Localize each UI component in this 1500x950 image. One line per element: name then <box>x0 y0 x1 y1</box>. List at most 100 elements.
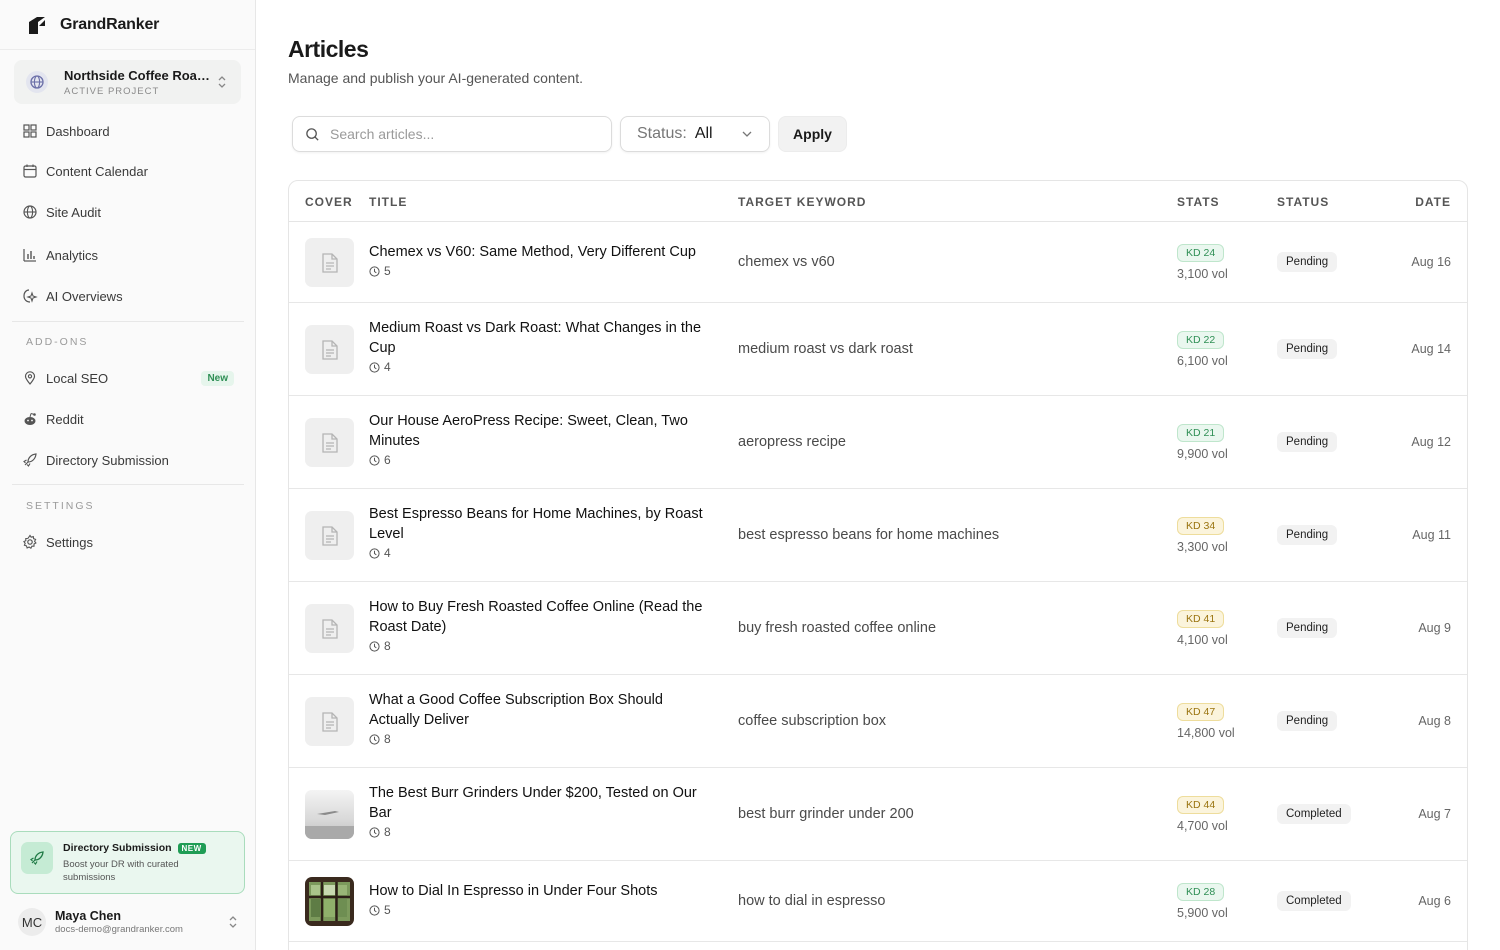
table-row[interactable]: How to Buy Fresh Roasted Coffee Online (… <box>289 582 1467 675</box>
article-date: Aug 6 <box>1418 893 1451 908</box>
kd-badge: KD 34 <box>1177 516 1225 535</box>
table-row[interactable]: Medium Roast vs Dark Roast: What Changes… <box>289 303 1467 396</box>
target-keyword: chemex vs v60 <box>738 253 835 270</box>
divider <box>12 321 244 322</box>
read-time: 5 <box>384 264 391 278</box>
column-header-keyword[interactable]: TARGET KEYWORD <box>738 195 866 209</box>
article-cover[interactable] <box>305 418 354 467</box>
article-stats: KD 24 3,100 vol <box>1177 243 1228 281</box>
clock-icon <box>369 640 380 652</box>
sidebar-item-ai-overviews[interactable]: AI Overviews <box>22 286 234 306</box>
document-icon <box>321 711 338 732</box>
article-stats: KD 21 9,900 vol <box>1177 423 1228 461</box>
clock-icon <box>369 547 380 559</box>
sidebar-item-label: Site Audit <box>46 204 101 220</box>
search-input[interactable] <box>330 126 600 142</box>
chevron-up-down-icon <box>218 76 226 88</box>
article-title[interactable]: How to Dial In Espresso in Under Four Sh… <box>369 881 709 901</box>
sidebar-item-dashboard[interactable]: Dashboard <box>22 121 234 141</box>
brand-name: GrandRanker <box>60 15 160 33</box>
sidebar-item-site-audit[interactable]: Site Audit <box>22 202 234 222</box>
read-time: 6 <box>384 453 391 467</box>
status-badge: Pending <box>1277 524 1338 545</box>
status-badge: Pending <box>1277 251 1338 272</box>
column-header-status[interactable]: STATUS <box>1277 195 1329 209</box>
sidebar-item-settings[interactable]: Settings <box>22 532 234 552</box>
user-name: Maya Chen <box>55 909 121 923</box>
article-date: Aug 7 <box>1418 806 1451 821</box>
globe-icon <box>26 71 48 93</box>
article-cover[interactable] <box>305 790 354 839</box>
project-switcher[interactable]: Northside Coffee Roasters ACTIVE PROJECT <box>14 60 241 104</box>
target-keyword: buy fresh roasted coffee online <box>738 619 937 636</box>
sidebar-item-analytics[interactable]: Analytics <box>22 245 234 265</box>
read-time: 8 <box>384 732 391 746</box>
article-cover[interactable] <box>305 877 354 926</box>
globe-icon <box>23 205 37 219</box>
rocket-icon <box>23 453 37 467</box>
table-row[interactable]: How to Dial In Espresso in Under Four Sh… <box>289 861 1467 942</box>
sidebar-item-content-calendar[interactable]: Content Calendar <box>22 161 234 181</box>
search-volume: 14,800 vol <box>1177 725 1235 740</box>
sidebar-item-label: Analytics <box>46 247 99 263</box>
article-title[interactable]: What a Good Coffee Subscription Box Shou… <box>369 690 709 730</box>
table-row[interactable]: Our House AeroPress Recipe: Sweet, Clean… <box>289 396 1467 489</box>
main-content: Articles Manage and publish your AI-gene… <box>288 0 1468 950</box>
sidebar-item-label: Directory Submission <box>46 452 169 468</box>
search-volume: 4,700 vol <box>1177 818 1228 833</box>
sidebar-item-reddit[interactable]: Reddit <box>22 409 234 429</box>
search-volume: 3,100 vol <box>1177 266 1228 281</box>
page-title: Articles <box>288 36 369 62</box>
table-row[interactable]: What a Good Coffee Subscription Box Shou… <box>289 675 1467 768</box>
status-select[interactable]: Status: All <box>620 116 770 152</box>
article-title[interactable]: Our House AeroPress Recipe: Sweet, Clean… <box>369 411 709 451</box>
article-cover[interactable] <box>305 697 354 746</box>
section-label-settings: SETTINGS <box>26 500 95 512</box>
document-icon <box>321 618 338 639</box>
brand[interactable]: GrandRanker <box>0 0 255 50</box>
search-volume: 3,300 vol <box>1177 539 1228 554</box>
column-header-date[interactable]: DATE <box>1415 195 1451 209</box>
article-cover[interactable] <box>305 511 354 560</box>
apply-button[interactable]: Apply <box>778 116 847 152</box>
reddit-icon <box>24 413 36 425</box>
sidebar-item-local-seo[interactable]: Local SEO New <box>22 368 234 388</box>
article-title[interactable]: The Best Burr Grinders Under $200, Teste… <box>369 783 709 823</box>
table-header: COVER TITLE TARGET KEYWORD STATS STATUS … <box>289 181 1467 222</box>
promo-new-badge: NEW <box>177 842 206 854</box>
sidebar-item-label: Dashboard <box>46 123 110 139</box>
article-stats: KD 28 5,900 vol <box>1177 882 1228 920</box>
read-time: 8 <box>384 639 391 653</box>
sidebar-item-label: Content Calendar <box>46 163 148 179</box>
calendar-icon <box>23 164 37 178</box>
article-title[interactable]: How to Buy Fresh Roasted Coffee Online (… <box>369 597 709 637</box>
map-pin-icon <box>24 371 36 385</box>
article-title[interactable]: Chemex vs V60: Same Method, Very Differe… <box>369 242 709 262</box>
article-cover[interactable] <box>305 325 354 374</box>
read-time: 4 <box>384 546 391 560</box>
column-header-stats[interactable]: STATS <box>1177 195 1220 209</box>
project-label: ACTIVE PROJECT <box>64 85 160 97</box>
article-cover[interactable] <box>305 604 354 653</box>
column-header-title[interactable]: TITLE <box>369 195 407 209</box>
sparkle-icon <box>23 289 38 303</box>
promo-description: Boost your DR with curated submissions <box>63 859 179 883</box>
status-badge: Completed <box>1277 890 1351 911</box>
status-badge: Pending <box>1277 617 1338 638</box>
table-row[interactable]: Best Espresso Beans for Home Machines, b… <box>289 489 1467 582</box>
logo-icon <box>29 16 45 34</box>
target-keyword: best burr grinder under 200 <box>738 805 914 822</box>
search-box[interactable] <box>292 116 612 152</box>
article-title[interactable]: Medium Roast vs Dark Roast: What Changes… <box>369 318 709 358</box>
directory-submission-promo[interactable]: Directory Submission NEW Boost your DR w… <box>10 831 245 894</box>
search-volume: 5,900 vol <box>1177 905 1228 920</box>
section-label-addons: ADD-ONS <box>26 336 89 348</box>
table-row[interactable]: The Best Burr Grinders Under $200, Teste… <box>289 768 1467 861</box>
user-menu[interactable]: MC Maya Chen docs-demo@grandranker.com <box>18 906 240 938</box>
sidebar-item-directory-submission[interactable]: Directory Submission <box>22 450 234 470</box>
table-row[interactable]: Chemex vs V60: Same Method, Very Differe… <box>289 222 1467 303</box>
table-body: Chemex vs V60: Same Method, Very Differe… <box>289 222 1467 942</box>
article-date: Aug 14 <box>1411 341 1451 356</box>
article-title[interactable]: Best Espresso Beans for Home Machines, b… <box>369 504 709 544</box>
article-cover[interactable] <box>305 238 354 287</box>
